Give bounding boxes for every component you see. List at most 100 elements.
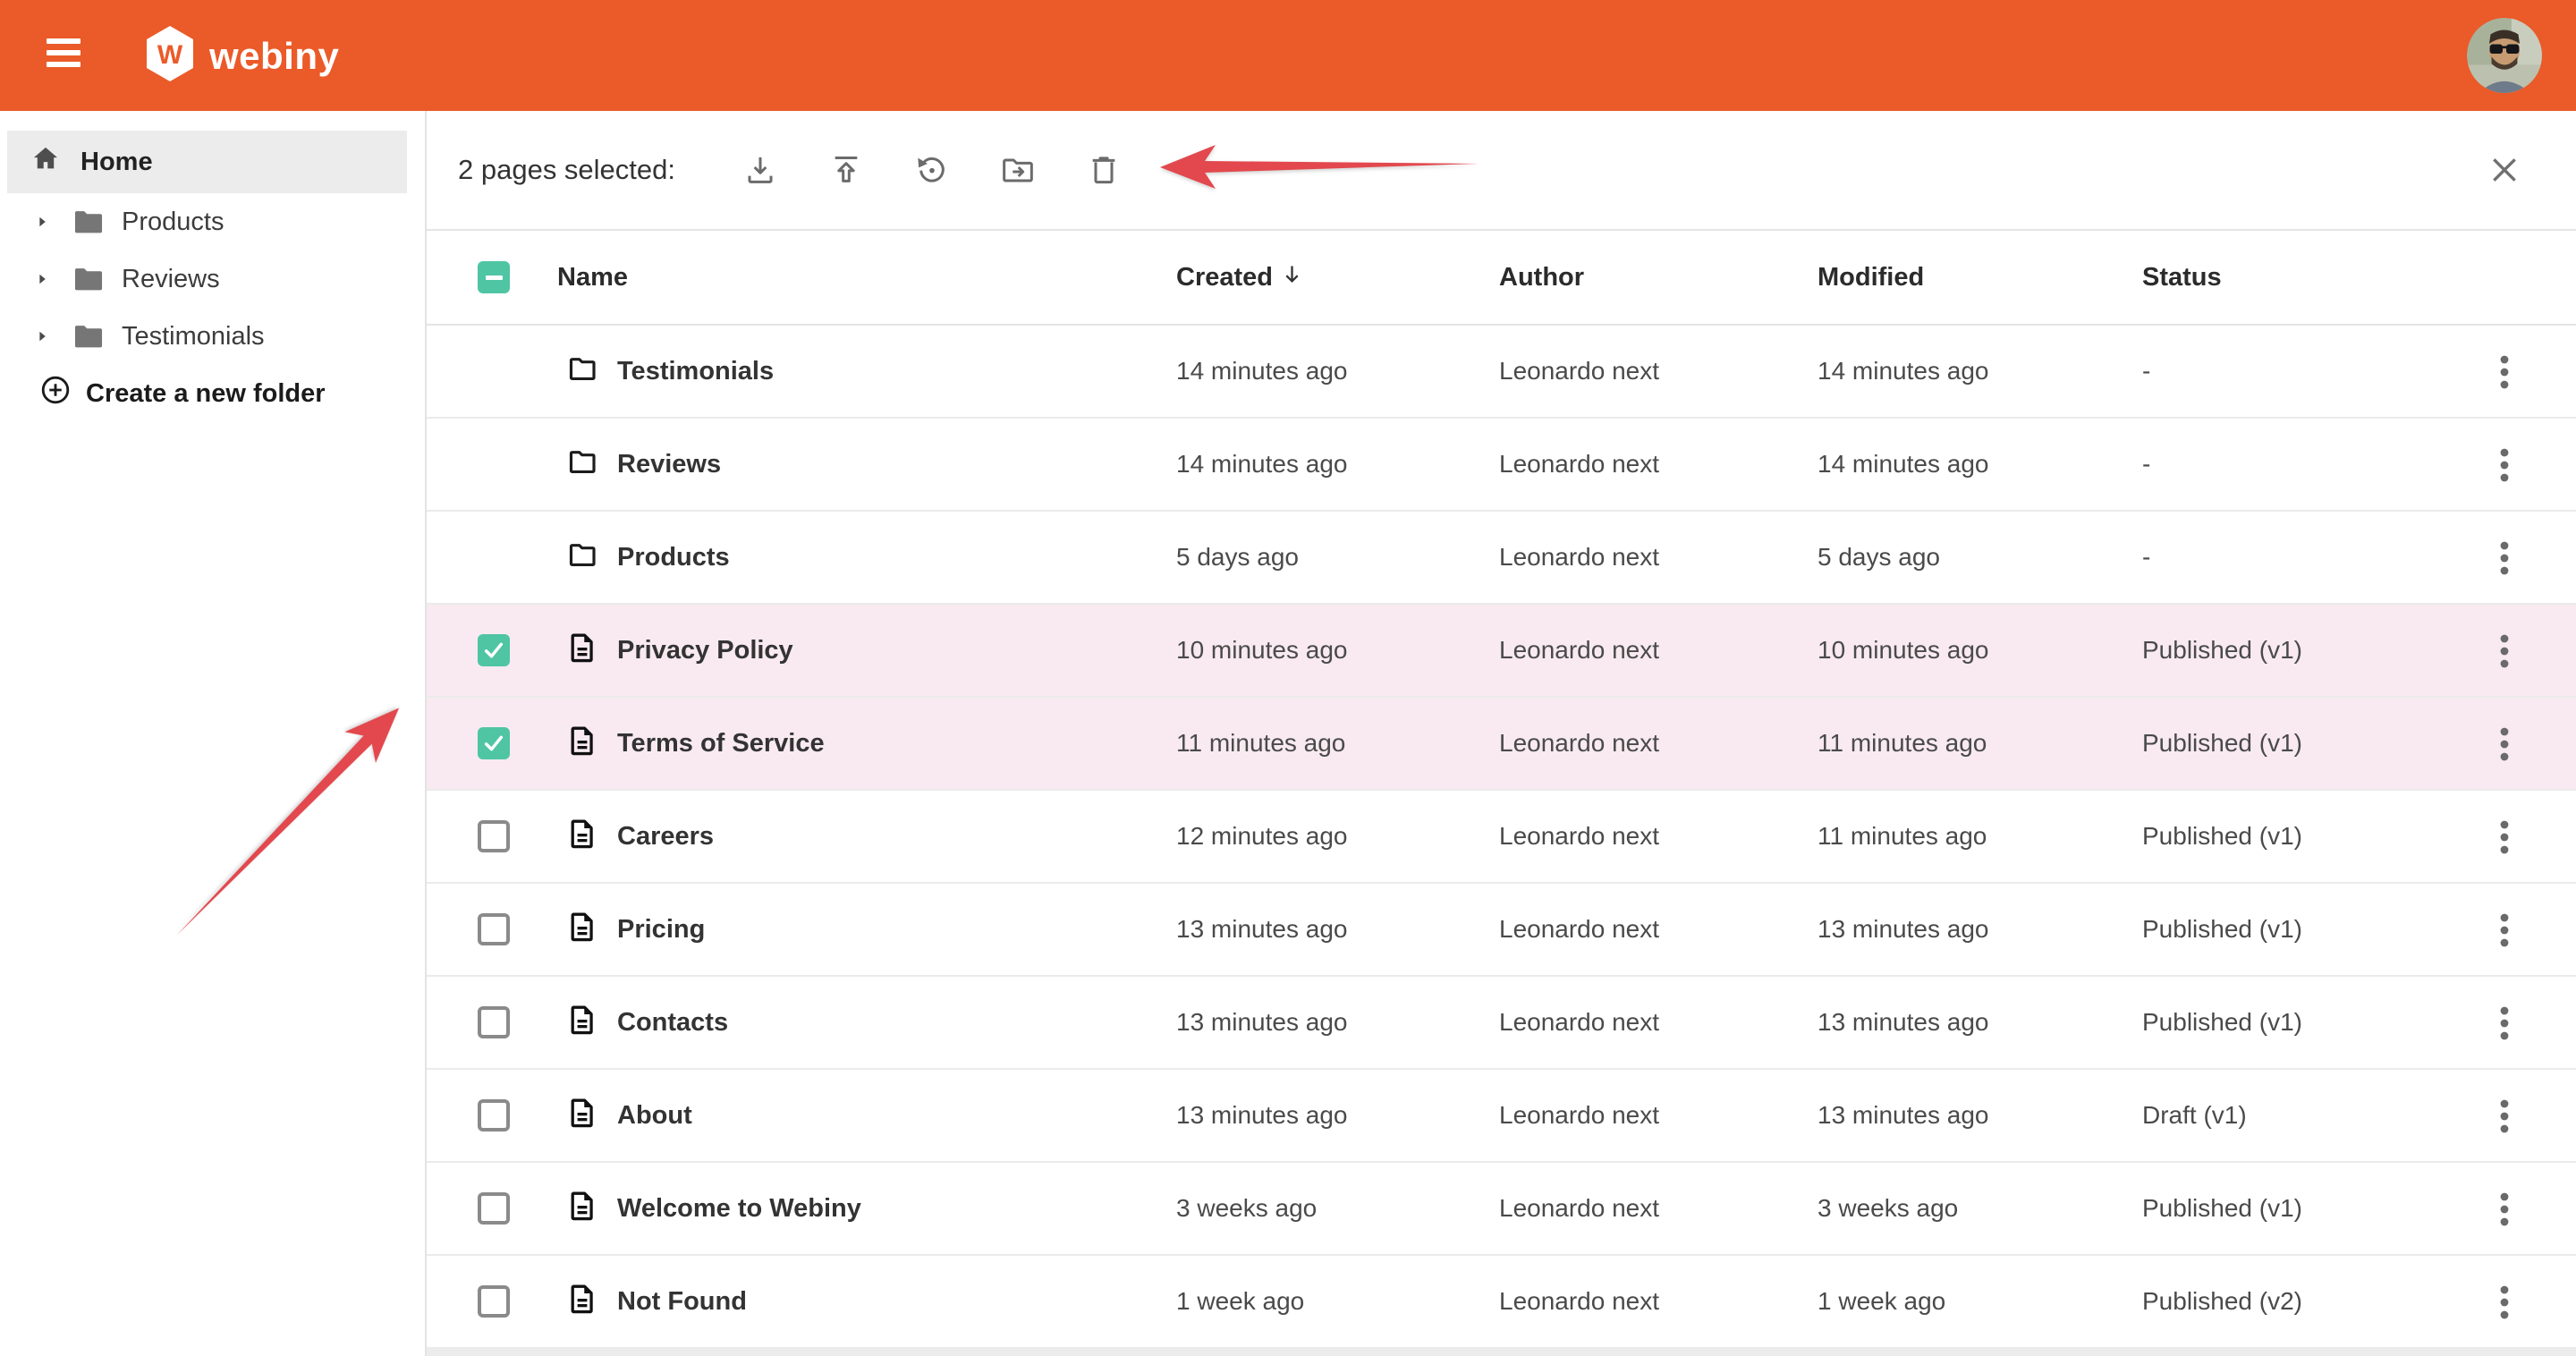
row-checkbox[interactable] xyxy=(478,1192,510,1225)
unpublish-restore-button[interactable] xyxy=(914,152,950,188)
row-status: - xyxy=(2142,419,2150,510)
row-name: Terms of Service xyxy=(617,698,825,789)
column-header-status[interactable]: Status xyxy=(2142,231,2222,324)
kebab-menu-icon xyxy=(2500,632,2509,670)
row-author: Leonardo next xyxy=(1499,605,1659,696)
sidebar-folder-label: Products xyxy=(122,208,224,237)
row-checkbox[interactable] xyxy=(478,634,510,666)
row-author: Leonardo next xyxy=(1499,326,1659,417)
sidebar-folder-list: Products ReviewsTestimonials xyxy=(0,193,425,365)
sidebar-folder-item[interactable]: Reviews xyxy=(0,250,425,308)
table-row[interactable]: Terms of Service11 minutes agoLeonardo n… xyxy=(427,698,2576,791)
row-checkbox[interactable] xyxy=(478,1285,510,1318)
row-menu-button[interactable] xyxy=(2487,446,2522,484)
plus-circle-icon xyxy=(39,374,72,413)
column-header-author[interactable]: Author xyxy=(1499,231,1584,324)
row-name: Products xyxy=(617,512,730,603)
create-folder-label: Create a new folder xyxy=(86,379,326,409)
row-menu-button[interactable] xyxy=(2487,632,2522,670)
page-list-panel: 2 pages selected: xyxy=(427,111,2576,1356)
row-menu-button[interactable] xyxy=(2487,539,2522,577)
create-folder-button[interactable]: Create a new folder xyxy=(0,365,425,422)
chevron-right-icon[interactable] xyxy=(34,271,52,287)
table-row[interactable]: Reviews14 minutes agoLeonardo next14 min… xyxy=(427,419,2576,512)
row-author: Leonardo next xyxy=(1499,512,1659,603)
row-menu-button[interactable] xyxy=(2487,1284,2522,1321)
row-created: 13 minutes ago xyxy=(1176,977,1347,1068)
row-name: Contacts xyxy=(617,977,728,1068)
close-icon xyxy=(2487,177,2522,191)
table-bottom-divider xyxy=(427,1349,2576,1356)
row-modified: 13 minutes ago xyxy=(1818,1070,1988,1161)
row-menu-button[interactable] xyxy=(2487,725,2522,763)
row-menu-button[interactable] xyxy=(2487,1098,2522,1135)
column-header-created[interactable]: Created xyxy=(1176,231,1304,324)
row-menu-button[interactable] xyxy=(2487,1004,2522,1042)
row-checkbox[interactable] xyxy=(478,820,510,852)
row-modified: 5 days ago xyxy=(1818,512,1940,603)
kebab-menu-icon xyxy=(2500,446,2509,484)
row-modified: 14 minutes ago xyxy=(1818,326,1988,417)
row-created: 13 minutes ago xyxy=(1176,1070,1347,1161)
table-row[interactable]: Careers12 minutes agoLeonardo next11 min… xyxy=(427,791,2576,884)
move-to-folder-icon xyxy=(1000,152,1036,188)
table-row[interactable]: Not Found1 week agoLeonardo next1 week a… xyxy=(427,1256,2576,1349)
row-status: Published (v2) xyxy=(2142,1256,2302,1347)
table-row[interactable]: About13 minutes agoLeonardo next13 minut… xyxy=(427,1070,2576,1163)
kebab-menu-icon xyxy=(2500,725,2509,763)
row-created: 14 minutes ago xyxy=(1176,419,1347,510)
move-to-folder-button[interactable] xyxy=(1000,152,1036,188)
select-all-checkbox[interactable] xyxy=(478,231,510,324)
kebab-menu-icon xyxy=(2500,818,2509,856)
table-row[interactable]: Privacy Policy10 minutes agoLeonardo nex… xyxy=(427,605,2576,698)
download-export-button[interactable] xyxy=(742,152,778,188)
delete-button[interactable] xyxy=(1086,152,1122,188)
sidebar-item-home[interactable]: Home xyxy=(7,131,407,193)
table-row[interactable]: Products 5 days ago Leonardo next 5 days ag… xyxy=(427,512,2576,605)
row-checkbox[interactable] xyxy=(478,1006,510,1038)
hamburger-menu-icon[interactable] xyxy=(47,38,82,73)
row-author: Leonardo next xyxy=(1499,1256,1659,1347)
folder-icon xyxy=(566,352,600,391)
row-author: Leonardo next xyxy=(1499,884,1659,975)
row-menu-button[interactable] xyxy=(2487,911,2522,949)
table-header: Name Created Author Modified Status xyxy=(427,231,2576,326)
row-checkbox[interactable] xyxy=(478,727,510,759)
close-selection-button[interactable] xyxy=(2487,152,2522,188)
sidebar-folder-item[interactable]: Products xyxy=(0,193,425,250)
row-menu-button[interactable] xyxy=(2487,818,2522,856)
webiny-logo: W webiny xyxy=(145,25,339,87)
row-status: Draft (v1) xyxy=(2142,1070,2247,1161)
sidebar-folder-item[interactable]: Testimonials xyxy=(0,308,425,365)
row-modified: 14 minutes ago xyxy=(1818,419,1988,510)
column-header-modified[interactable]: Modified xyxy=(1818,231,1924,324)
row-menu-button[interactable] xyxy=(2487,353,2522,391)
folder-icon xyxy=(566,538,600,577)
trash-icon xyxy=(1086,152,1122,188)
publish-button[interactable] xyxy=(828,152,864,188)
download-icon xyxy=(742,152,778,188)
kebab-menu-icon xyxy=(2500,1004,2509,1042)
row-status: Published (v1) xyxy=(2142,605,2302,696)
chevron-right-icon[interactable] xyxy=(34,214,52,230)
table-row[interactable]: Testimonials14 minutes agoLeonardo next1… xyxy=(427,326,2576,419)
table-row[interactable]: Welcome to Webiny3 weeks agoLeonardo nex… xyxy=(427,1163,2576,1256)
document-icon xyxy=(566,1281,598,1323)
chevron-right-icon[interactable] xyxy=(34,328,52,344)
row-name: Reviews xyxy=(617,419,721,510)
table-row[interactable]: Contacts13 minutes agoLeonardo next13 mi… xyxy=(427,977,2576,1070)
row-checkbox[interactable] xyxy=(478,913,510,945)
user-avatar[interactable] xyxy=(2467,18,2542,93)
row-checkbox[interactable] xyxy=(478,1099,510,1131)
row-created: 10 minutes ago xyxy=(1176,605,1347,696)
folder-tree-sidebar: Home Products ReviewsTestimonials Create … xyxy=(0,111,427,1356)
row-status: Published (v1) xyxy=(2142,791,2302,882)
table-row[interactable]: Pricing13 minutes agoLeonardo next13 min… xyxy=(427,884,2576,977)
column-header-name[interactable]: Name xyxy=(557,231,628,324)
unpublish-restore-icon xyxy=(914,152,950,188)
document-icon xyxy=(566,909,598,951)
row-created: 1 week ago xyxy=(1176,1256,1304,1347)
row-created: 5 days ago xyxy=(1176,512,1299,603)
row-menu-button[interactable] xyxy=(2487,1191,2522,1228)
row-modified: 10 minutes ago xyxy=(1818,605,1988,696)
